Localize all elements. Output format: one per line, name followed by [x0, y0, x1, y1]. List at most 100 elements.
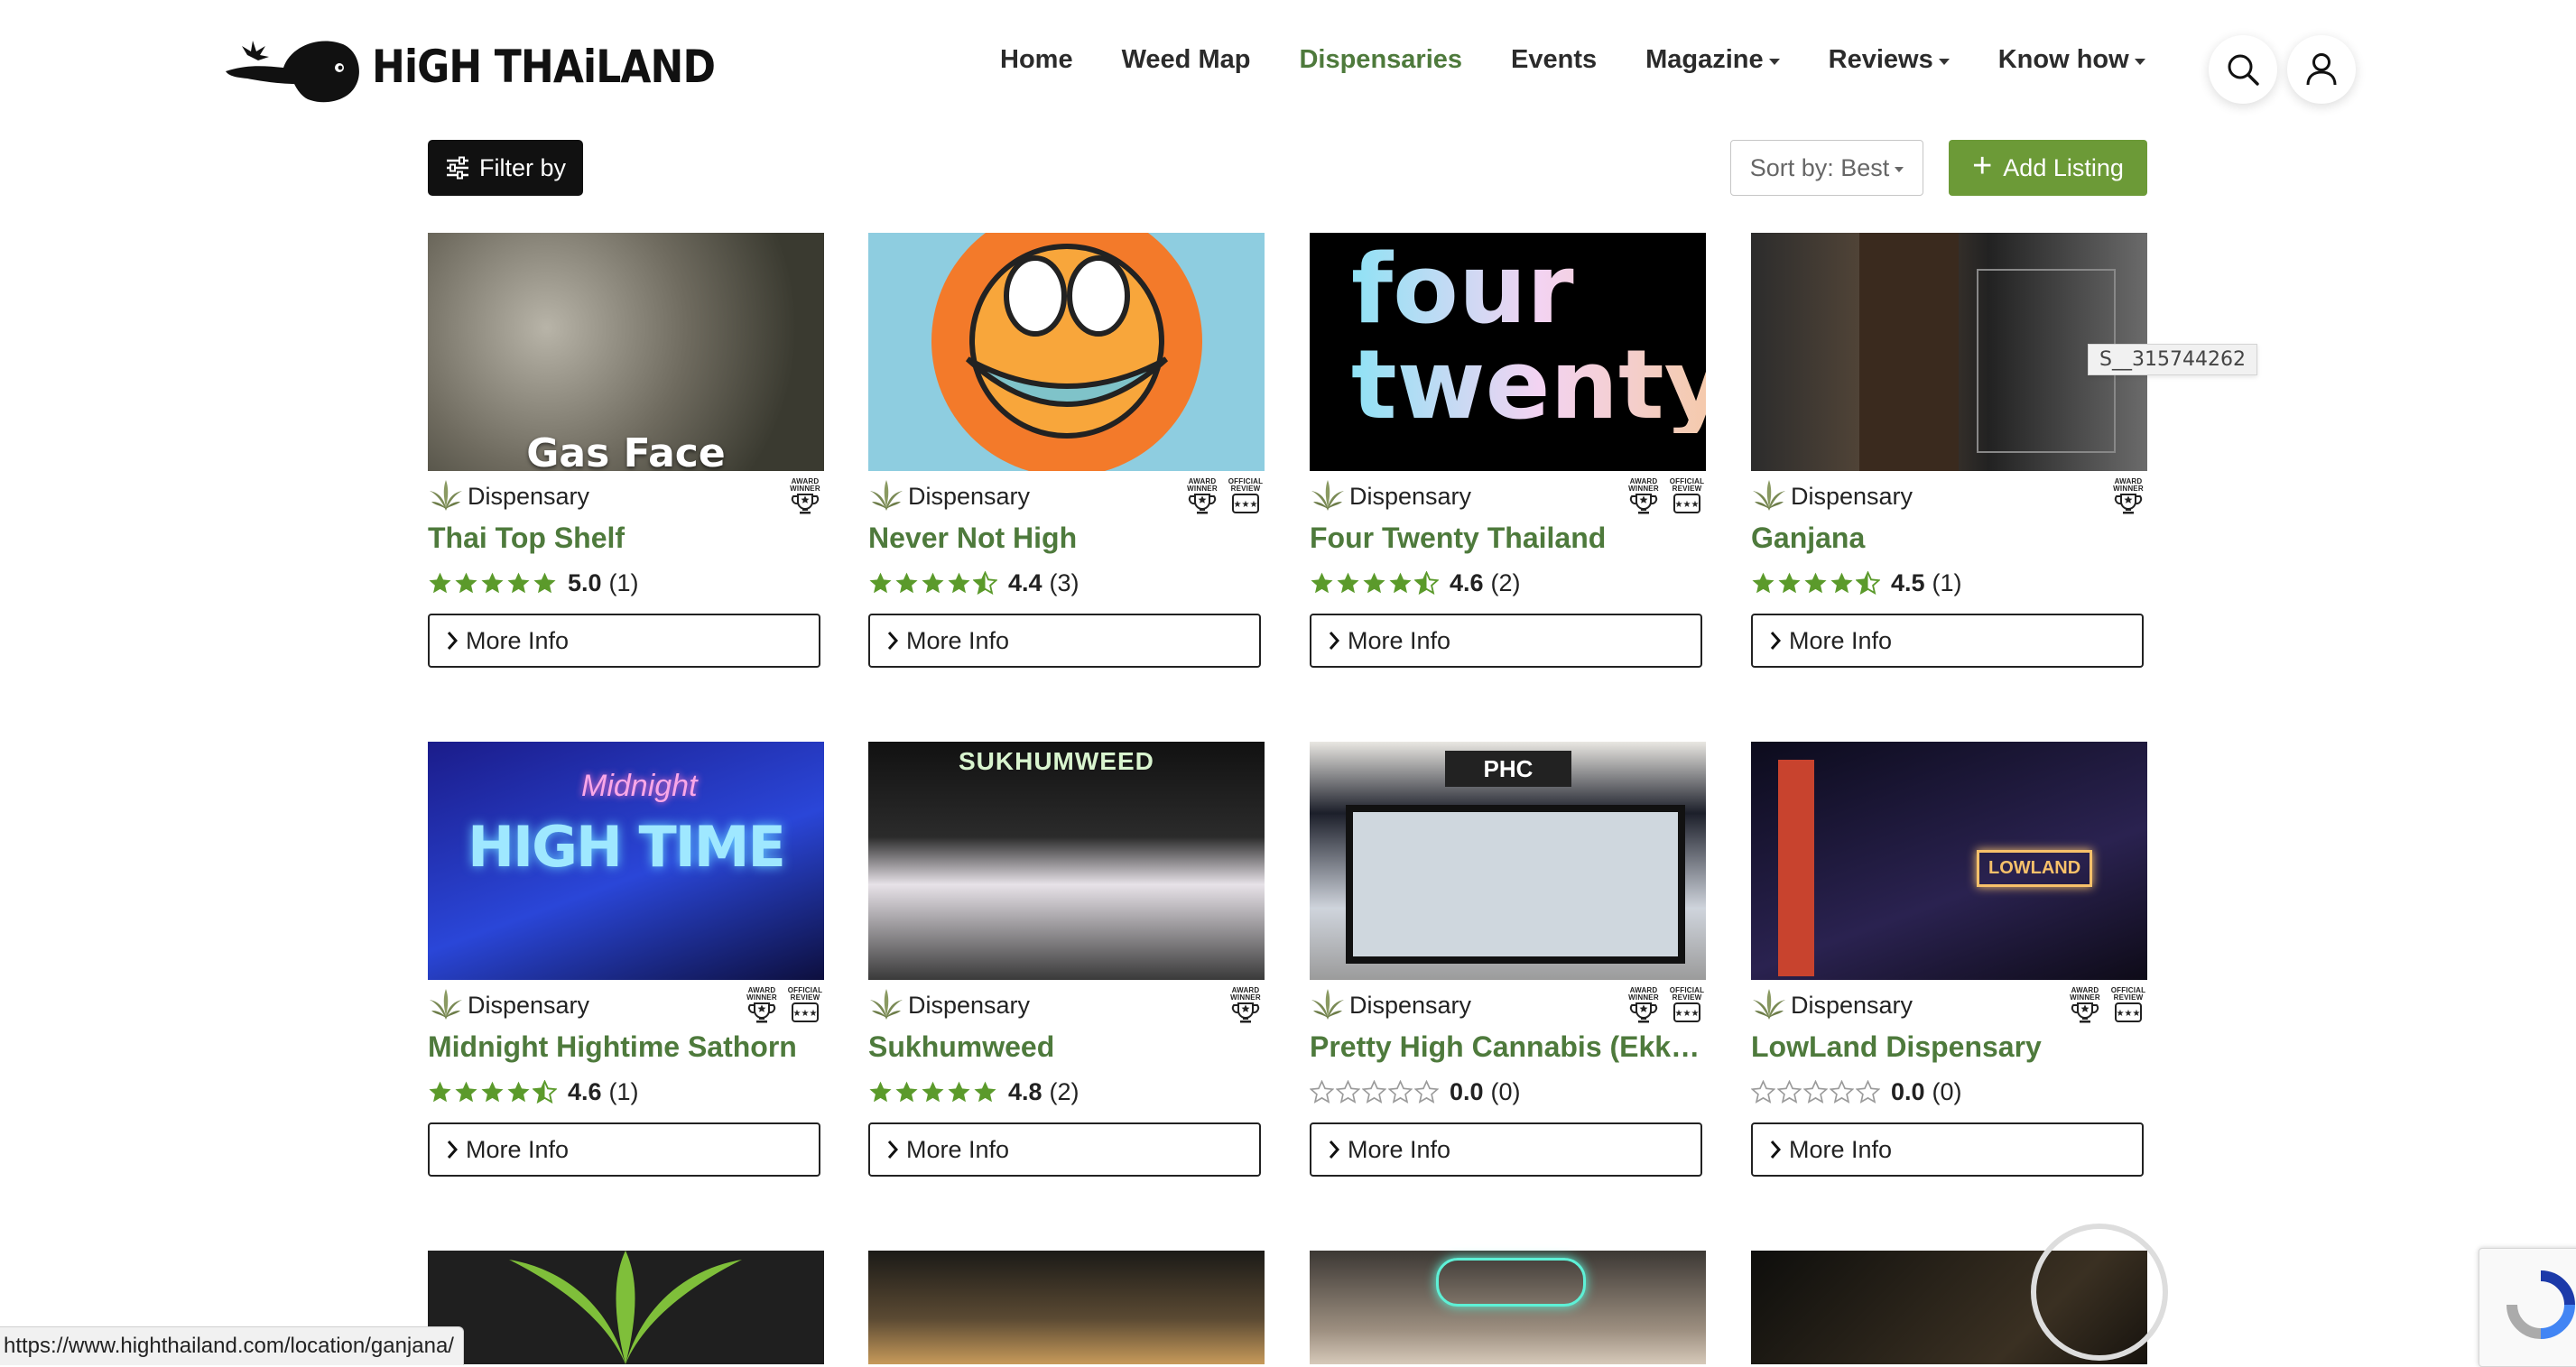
svg-text:★★★: ★★★ [2117, 1009, 2141, 1019]
search-icon [2228, 54, 2259, 86]
listing-badges: AWARD WINNER [2109, 478, 2147, 516]
listing-card: PHC Dispensary AWARD WINNER OFFICIAL REVIEW ★★… [1310, 742, 1706, 1177]
star-full-icon [948, 1081, 970, 1103]
listing-image[interactable] [868, 233, 1265, 471]
search-button[interactable] [2209, 35, 2277, 104]
star-full-icon [922, 1081, 944, 1103]
filter-button[interactable]: Filter by [428, 140, 583, 196]
official-review-icon: ★★★ [792, 1002, 819, 1022]
rating-score: 4.8 [1008, 1077, 1042, 1105]
star-full-icon [869, 572, 892, 594]
listing-image[interactable]: SUKHUMWEED [868, 742, 1265, 980]
listing-title[interactable]: Four Twenty Thailand [1310, 520, 1706, 556]
listing-title[interactable]: Midnight Hightime Sathorn [428, 1029, 824, 1065]
listing-image[interactable]: PHC [1310, 742, 1706, 980]
nav-know-how[interactable]: Know how [1998, 45, 2145, 75]
site-logo[interactable]: HiGH THAiLAND [220, 25, 762, 108]
more-info-label: More Info [1348, 626, 1451, 654]
more-info-button[interactable]: More Info [1310, 614, 1702, 668]
star-full-icon [1804, 572, 1827, 594]
badge-label-bottom: REVIEW [790, 993, 820, 1002]
more-info-button[interactable]: More Info [1751, 614, 2144, 668]
listing-title[interactable]: LowLand Dispensary [1751, 1029, 2147, 1065]
listing-image[interactable]: LOWLAND [1751, 742, 2147, 980]
chevron-right-icon [447, 632, 459, 650]
recaptcha-badge[interactable] [2479, 1248, 2576, 1367]
more-info-button[interactable]: More Info [1310, 1122, 1702, 1177]
listing-card: four twenty Dispensary AWARD WINNER OFFICIAL R… [1310, 233, 1706, 668]
listing-meta: Dispensary AWARD WINNER [428, 478, 824, 514]
star-empty-icon [1336, 1080, 1360, 1104]
listing-title[interactable]: Thai Top Shelf [428, 520, 824, 556]
star-full-icon [1389, 572, 1412, 594]
official-badge: OFFICIAL REVIEW ★★★ [1668, 478, 1706, 516]
rating-count: (2) [1049, 1077, 1080, 1105]
nav-events[interactable]: Events [1511, 45, 1597, 75]
chevron-right-icon [447, 1141, 459, 1159]
badge-label-bottom: REVIEW [1672, 485, 1702, 493]
listing-meta: Dispensary AWARD WINNER OFFICIAL REVIEW ★★★ [868, 478, 1265, 514]
nav-magazine[interactable]: Magazine [1645, 45, 1780, 75]
svg-text:★★★: ★★★ [1675, 1009, 1700, 1019]
brand-wordmark: HiGH THAiLAND [372, 41, 716, 93]
award-badge: AWARD WINNER [1183, 478, 1221, 516]
listing-rating: 4.8 (2) [868, 1077, 1265, 1106]
cannabis-leaf-image [509, 1251, 742, 1364]
star-half-icon [973, 571, 997, 595]
listing-title[interactable]: Pretty High Cannabis (Ekkamai) [1310, 1029, 1706, 1065]
chevron-right-icon [887, 1141, 899, 1159]
nav-dispensaries[interactable]: Dispensaries [1299, 45, 1462, 75]
cannabis-leaf-icon [870, 480, 903, 511]
listing-title[interactable]: Never Not High [868, 520, 1265, 556]
listing-card: HIGH TIME Midnight Dispensary AWARD WINNER OF… [428, 742, 824, 1177]
cannabis-leaf-icon [1311, 989, 1344, 1020]
rating-score: 4.6 [1450, 568, 1484, 596]
listing-image[interactable] [428, 1251, 824, 1364]
listing-category: Dispensary [908, 991, 1031, 1019]
filter-label: Filter by [478, 153, 567, 181]
more-info-button[interactable]: More Info [868, 614, 1261, 668]
user-icon [2306, 53, 2337, 86]
award-badge: AWARD WINNER [786, 478, 824, 516]
listing-image[interactable] [1751, 1224, 2168, 1364]
sort-dropdown[interactable]: Sort by: Best [1730, 140, 1923, 196]
listing-image[interactable]: Gas Face [428, 233, 824, 471]
sort-label: Sort by: Best [1749, 153, 1890, 181]
rating-score: 5.0 [568, 568, 602, 596]
star-empty-icon [1310, 1080, 1334, 1104]
listing-meta: Dispensary AWARD WINNER OFFICIAL REVIEW ★★★ [1310, 478, 1706, 514]
listing-title[interactable]: Ganjana [1751, 520, 2147, 556]
listing-image[interactable] [868, 1251, 1265, 1364]
star-full-icon [869, 1081, 892, 1103]
listing-meta: Dispensary AWARD WINNER [868, 987, 1265, 1023]
nav-reviews[interactable]: Reviews [1829, 45, 1950, 75]
more-info-button[interactable]: More Info [1751, 1122, 2144, 1177]
star-empty-icon [1856, 1080, 1880, 1104]
badge-label-bottom: WINNER [2070, 993, 2100, 1002]
badge-label-bottom: WINNER [1628, 993, 1659, 1002]
cannabis-leaf-icon [430, 480, 462, 511]
star-full-icon [455, 572, 477, 594]
badge-label-bottom: REVIEW [1672, 993, 1702, 1002]
cannabis-leaf-icon [1311, 480, 1344, 511]
more-info-button[interactable]: More Info [428, 614, 820, 668]
more-info-label: More Info [1789, 1135, 1893, 1163]
more-info-button[interactable]: More Info [868, 1122, 1261, 1177]
add-listing-button[interactable]: + Add Listing [1949, 140, 2147, 196]
listing-image[interactable] [1310, 1251, 1706, 1364]
nav-weed-map[interactable]: Weed Map [1122, 45, 1251, 75]
nav-home[interactable]: Home [1000, 45, 1073, 75]
award-badge: AWARD WINNER [743, 987, 781, 1025]
account-button[interactable] [2287, 35, 2356, 104]
official-review-icon: ★★★ [1673, 1002, 1700, 1022]
listing-title[interactable]: Sukhumweed [868, 1029, 1265, 1065]
more-info-button[interactable]: More Info [428, 1122, 820, 1177]
badge-label-bottom: REVIEW [1230, 485, 1261, 493]
official-badge: OFFICIAL REVIEW ★★★ [1668, 987, 1706, 1025]
rating-stars [428, 1080, 557, 1104]
official-review-icon: ★★★ [2115, 1002, 2142, 1022]
chevron-right-icon [1329, 1141, 1340, 1159]
listing-image[interactable]: four twenty [1310, 233, 1706, 471]
listing-image[interactable]: HIGH TIME Midnight [428, 742, 824, 980]
award-trophy-icon [747, 1002, 776, 1023]
